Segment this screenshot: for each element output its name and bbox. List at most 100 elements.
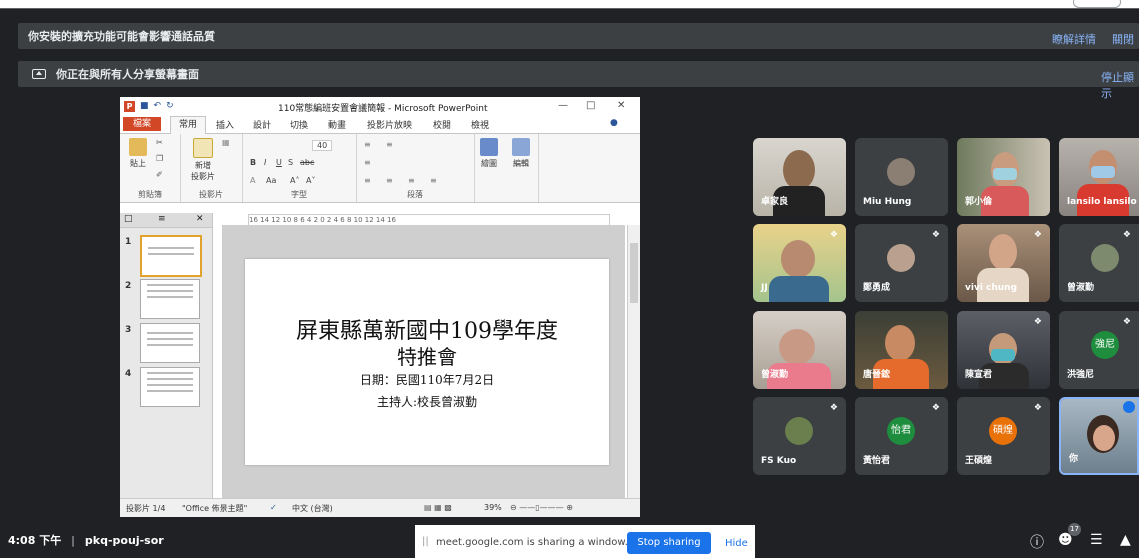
participant-tile[interactable]: ❖ JJ: [753, 224, 846, 302]
tab-insert[interactable]: 插入: [216, 118, 234, 131]
tab-home[interactable]: 常用: [170, 116, 207, 134]
participant-tile[interactable]: 碩煌 ❖ 王碩煌: [957, 397, 1050, 475]
align-left-icon[interactable]: ≡: [364, 176, 371, 185]
numbering-icon[interactable]: ≡: [386, 140, 393, 149]
top-edge: [0, 0, 1139, 9]
participant-tile[interactable]: ❖ 陳宣君: [957, 311, 1050, 389]
bold-icon[interactable]: B: [250, 158, 256, 167]
participant-tile[interactable]: ❖ FS Kuo: [753, 397, 846, 475]
align-right-icon[interactable]: ≡: [408, 176, 415, 185]
vertical-scrollbar[interactable]: [627, 225, 640, 499]
grow-font-icon[interactable]: A˄: [290, 176, 299, 185]
tab-design[interactable]: 設計: [253, 118, 271, 131]
stop-sharing-button[interactable]: Stop sharing: [627, 532, 711, 554]
close-pane-icon[interactable]: ✕: [196, 214, 204, 224]
tab-file[interactable]: 檔案: [123, 117, 161, 131]
scroll-thumb[interactable]: [630, 243, 638, 303]
outline-tab-icon[interactable]: ≡: [158, 214, 166, 224]
meeting-details-icon[interactable]: ⓘ: [1030, 532, 1044, 552]
participant-tile[interactable]: 怡君 ❖ 黃怡君: [855, 397, 948, 475]
participant-tile[interactable]: Miu Hung: [855, 138, 948, 216]
bullets-icon[interactable]: ≡: [364, 140, 371, 149]
learn-more-link[interactable]: 瞭解詳情: [1052, 31, 1096, 47]
tab-transitions[interactable]: 切換: [290, 118, 308, 131]
justify-icon[interactable]: ≡: [430, 176, 437, 185]
indent-icon[interactable]: ≡: [364, 158, 371, 167]
format-painter-icon[interactable]: ✐: [156, 170, 163, 179]
avatar: [887, 158, 915, 186]
font-group-label: 字型: [291, 190, 307, 199]
tab-review[interactable]: 校閱: [433, 118, 451, 131]
slides-tab-icon[interactable]: □: [124, 214, 133, 224]
muted-mic-icon: ❖: [1033, 230, 1042, 240]
shrink-font-icon[interactable]: A˅: [306, 176, 315, 185]
redo-icon[interactable]: ↻: [166, 101, 174, 111]
layout-icon[interactable]: ▦: [222, 138, 230, 147]
participant-tile[interactable]: ❖ 曾淑勤: [1059, 224, 1139, 302]
avatar: [1091, 244, 1119, 272]
underline-icon[interactable]: U: [276, 158, 282, 167]
current-slide[interactable]: 屏東縣萬新國中109學年度 特推會 日期：民國110年7月2日 主持人:校長曾淑…: [245, 259, 609, 465]
new-slide-button[interactable]: 新增 投影片: [186, 138, 220, 182]
tab-animations[interactable]: 動畫: [328, 118, 346, 131]
avatar: 碩煌: [989, 417, 1017, 445]
minimize-icon[interactable]: —: [558, 100, 568, 111]
close-banner-link[interactable]: 關閉: [1112, 31, 1134, 47]
participant-tile[interactable]: 曾淑勤: [753, 311, 846, 389]
maximize-icon[interactable]: □: [586, 100, 595, 111]
italic-icon[interactable]: I: [264, 158, 266, 167]
participant-tile[interactable]: 唐晉鋐: [855, 311, 948, 389]
zoom-slider[interactable]: ⊖ ——▯——— ⊕: [510, 503, 573, 512]
clock-time: 4:08 下午: [8, 534, 62, 547]
copy-icon[interactable]: ❐: [156, 154, 163, 163]
hide-button[interactable]: Hide: [725, 538, 748, 549]
muted-mic-icon: ❖: [1122, 230, 1131, 240]
activities-icon[interactable]: ▲: [1120, 532, 1131, 548]
slide-title-line2: 特推會: [397, 345, 457, 369]
participant-tile[interactable]: ❖ vivi chung: [957, 224, 1050, 302]
slide-thumbnail-4[interactable]: [140, 367, 200, 407]
participant-tile[interactable]: 強尼 ❖ 洪強尼: [1059, 311, 1139, 389]
drawing-group: 繪圖: [474, 134, 504, 202]
drag-handle[interactable]: ||: [422, 536, 429, 547]
tab-slideshow[interactable]: 投影片放映: [367, 118, 412, 131]
sharing-notification: || meet.google.com is sharing a window. …: [415, 525, 755, 558]
participant-name: 唐晉鋐: [863, 370, 891, 380]
status-slide-count: 投影片 1/4: [126, 504, 166, 513]
close-icon[interactable]: ✕: [617, 100, 625, 111]
participant-name: lansilo lansilo: [1067, 197, 1137, 207]
view-buttons-icon[interactable]: ▤ ▦ ▩: [424, 503, 452, 512]
save-icon[interactable]: ■: [140, 101, 149, 111]
tab-view[interactable]: 檢視: [471, 118, 489, 131]
strikethrough-icon[interactable]: abc: [300, 158, 314, 167]
participant-tile[interactable]: lansilo lansilo: [1059, 138, 1139, 216]
paragraph-group: ≡ ≡ ≡ ≡ ≡ ≡ ≡ 段落: [356, 134, 475, 202]
self-tile[interactable]: 你: [1059, 397, 1139, 475]
spellcheck-icon[interactable]: ✓: [270, 503, 277, 512]
more-options-icon[interactable]: [1123, 401, 1135, 413]
slide-host: 主持人:校長曾淑勤: [376, 395, 478, 409]
drawing-button[interactable]: 繪圖: [478, 138, 500, 169]
editing-button[interactable]: 編輯: [510, 138, 532, 169]
slide-thumbnail-1[interactable]: [140, 235, 202, 277]
editing-label: 編輯: [513, 159, 529, 168]
cut-icon[interactable]: ✂: [156, 138, 163, 147]
stop-presenting-link[interactable]: 停止顯示: [1101, 69, 1139, 101]
participant-name: vivi chung: [965, 283, 1018, 293]
chat-icon[interactable]: ☰: [1090, 532, 1103, 548]
participant-tile[interactable]: 卓家良: [753, 138, 846, 216]
undo-icon[interactable]: ↶: [154, 101, 162, 111]
meeting-info: 4:08 下午 | pkq-pouj-sor: [8, 532, 164, 548]
participant-name: 陳宣君: [965, 370, 993, 380]
participant-tile[interactable]: 郭小倫: [957, 138, 1050, 216]
shadow-icon[interactable]: S: [288, 158, 293, 167]
help-icon[interactable]: ●: [610, 118, 618, 128]
slide-thumbnail-2[interactable]: [140, 279, 200, 319]
participant-tile[interactable]: ❖ 鄭勇成: [855, 224, 948, 302]
paste-button[interactable]: 貼上: [126, 138, 150, 169]
font-color-icon[interactable]: A: [250, 176, 255, 185]
align-center-icon[interactable]: ≡: [386, 176, 393, 185]
font-size-field[interactable]: 40: [312, 140, 333, 151]
change-case-icon[interactable]: Aa: [266, 176, 276, 185]
slide-thumbnail-3[interactable]: [140, 323, 200, 363]
